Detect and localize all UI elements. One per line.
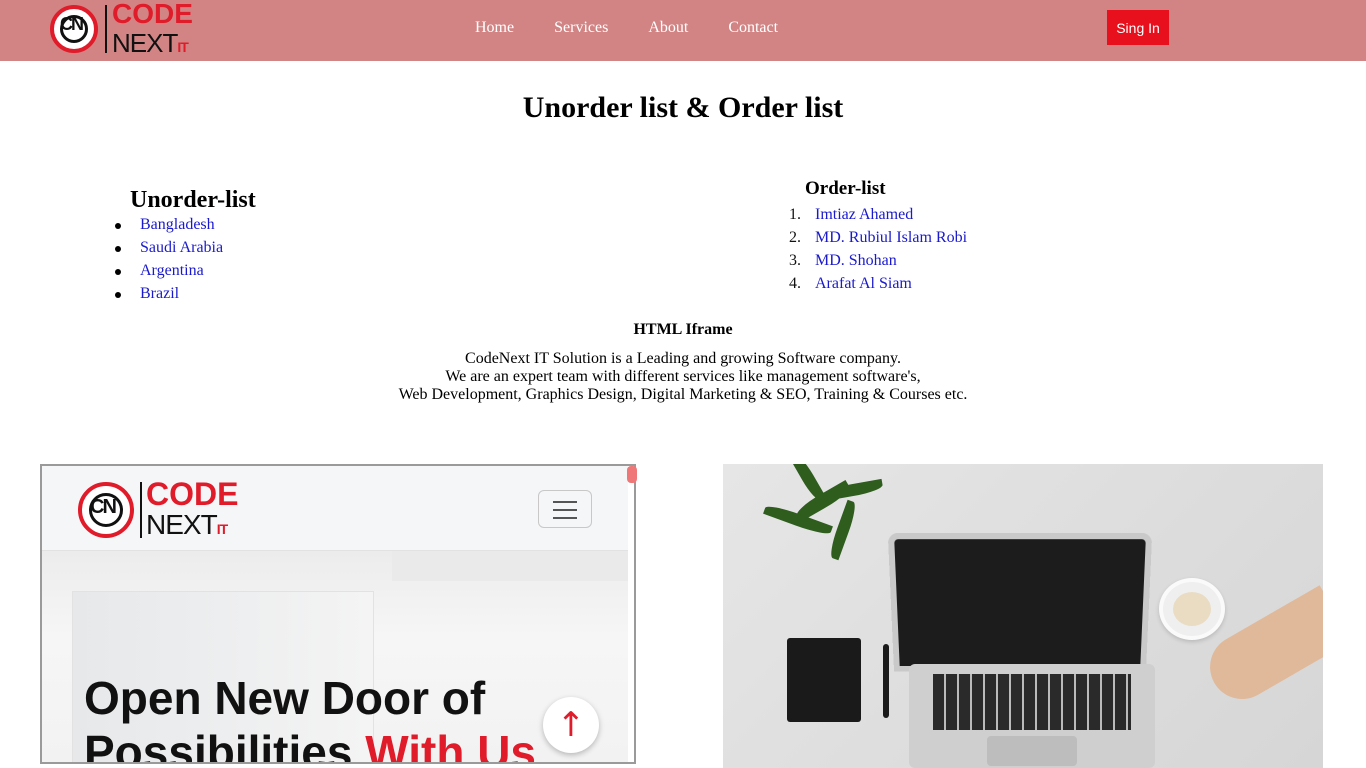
laptop-base [909, 664, 1155, 768]
hero-line-2-accent: With Us [365, 726, 537, 764]
list-number: 4. [789, 275, 801, 292]
person-link[interactable]: MD. Rubiul Islam Robi [815, 226, 967, 249]
logo-next-text: NEXTIT [146, 509, 228, 544]
notebook [787, 638, 861, 722]
list-item: 3. MD. Shohan [789, 249, 967, 272]
logo-mark-letters: CN [60, 14, 84, 34]
logo-code-text: CODE [112, 0, 193, 29]
description-line: CodeNext IT Solution is a Leading and gr… [465, 350, 901, 367]
plant-leaf [827, 499, 859, 561]
person-link[interactable]: Imtiaz Ahamed [815, 203, 913, 226]
signin-button[interactable]: Sing In [1107, 10, 1169, 45]
logo-mark-letters: CN [90, 496, 117, 518]
nav-contact[interactable]: Contact [728, 19, 778, 37]
hamburger-icon [553, 509, 577, 511]
person-link[interactable]: MD. Shohan [815, 249, 897, 272]
hero-title: Open New Door of Possibilities With Us [84, 671, 604, 764]
logo-divider [105, 5, 107, 53]
iframe-scrollbar-thumb[interactable] [627, 466, 637, 483]
logo-next-word: NEXT [112, 28, 178, 58]
unordered-list: Bangladesh Saudi Arabia Argentina Brazil [110, 213, 223, 305]
list-item: 1. Imtiaz Ahamed [789, 203, 967, 226]
logo-next-word: NEXT [146, 509, 218, 540]
list-item: 2. MD. Rubiul Islam Robi [789, 226, 967, 249]
iframe-navbar: CN CODE NEXTIT [42, 466, 628, 551]
scroll-to-top-button[interactable]: ↑ [543, 697, 599, 753]
iframe-hero: Open New Door of Possibilities With Us [42, 551, 628, 764]
hero-line-1: Open New Door of [84, 672, 486, 724]
list-item: Brazil [110, 282, 223, 305]
ordered-list: 1. Imtiaz Ahamed 2. MD. Rubiul Islam Robi … [789, 203, 967, 295]
list-number: 1. [789, 206, 801, 223]
laptop-keyboard [933, 674, 1131, 730]
list-item: Bangladesh [110, 213, 223, 236]
iframe-brand-logo[interactable]: CN CODE NEXTIT [78, 476, 248, 540]
logo-next-text: NEXTIT [112, 28, 189, 61]
brand-logo[interactable]: CN CODE NEXTIT [50, 0, 200, 57]
country-link[interactable]: Argentina [140, 262, 204, 279]
logo-it-text: IT [177, 39, 188, 55]
description-line: Web Development, Graphics Design, Digita… [398, 386, 968, 403]
hero-background-window [392, 551, 628, 581]
pen [883, 644, 889, 718]
navbar: CN CODE NEXTIT Home Services About Conta… [0, 0, 1366, 61]
logo-divider [140, 482, 142, 538]
laptop-trackpad [987, 736, 1077, 766]
list-item: Saudi Arabia [110, 236, 223, 259]
list-number: 2. [789, 229, 801, 246]
hero-line-2: Possibilities [84, 726, 353, 764]
nav-services[interactable]: Services [554, 19, 608, 37]
nav-about[interactable]: About [648, 19, 688, 37]
logo-code-text: CODE [146, 476, 239, 512]
coffee-cup [1159, 578, 1225, 640]
main-nav: Home Services About Contact [475, 19, 818, 37]
nav-home[interactable]: Home [475, 19, 514, 37]
plant-leaf [822, 478, 884, 502]
hamburger-icon [553, 501, 577, 503]
laptop-screen [887, 532, 1153, 672]
plant-leaf [790, 464, 826, 503]
person-link[interactable]: Arafat Al Siam [815, 272, 912, 295]
iframe-section-title: HTML Iframe [633, 321, 733, 338]
list-number: 3. [789, 252, 801, 269]
coffee [1173, 592, 1211, 626]
hamburger-icon [553, 517, 577, 519]
description-line: We are an expert team with different ser… [445, 368, 921, 385]
country-link[interactable]: Brazil [140, 285, 179, 302]
ordered-list-title: Order-list [805, 178, 886, 199]
logo-it-text: IT [216, 521, 228, 537]
country-link[interactable]: Bangladesh [140, 216, 215, 233]
workspace-photo [723, 464, 1323, 768]
arrow-up-icon: ↑ [556, 705, 586, 745]
company-description: CodeNext IT Solution is a Leading and gr… [0, 350, 1366, 404]
page-title: Unorder list & Order list [522, 91, 844, 124]
hamburger-menu-button[interactable] [538, 490, 592, 528]
list-item: 4. Arafat Al Siam [789, 272, 967, 295]
unordered-list-title: Unorder-list [130, 187, 256, 213]
list-item: Argentina [110, 259, 223, 282]
country-link[interactable]: Saudi Arabia [140, 239, 223, 256]
